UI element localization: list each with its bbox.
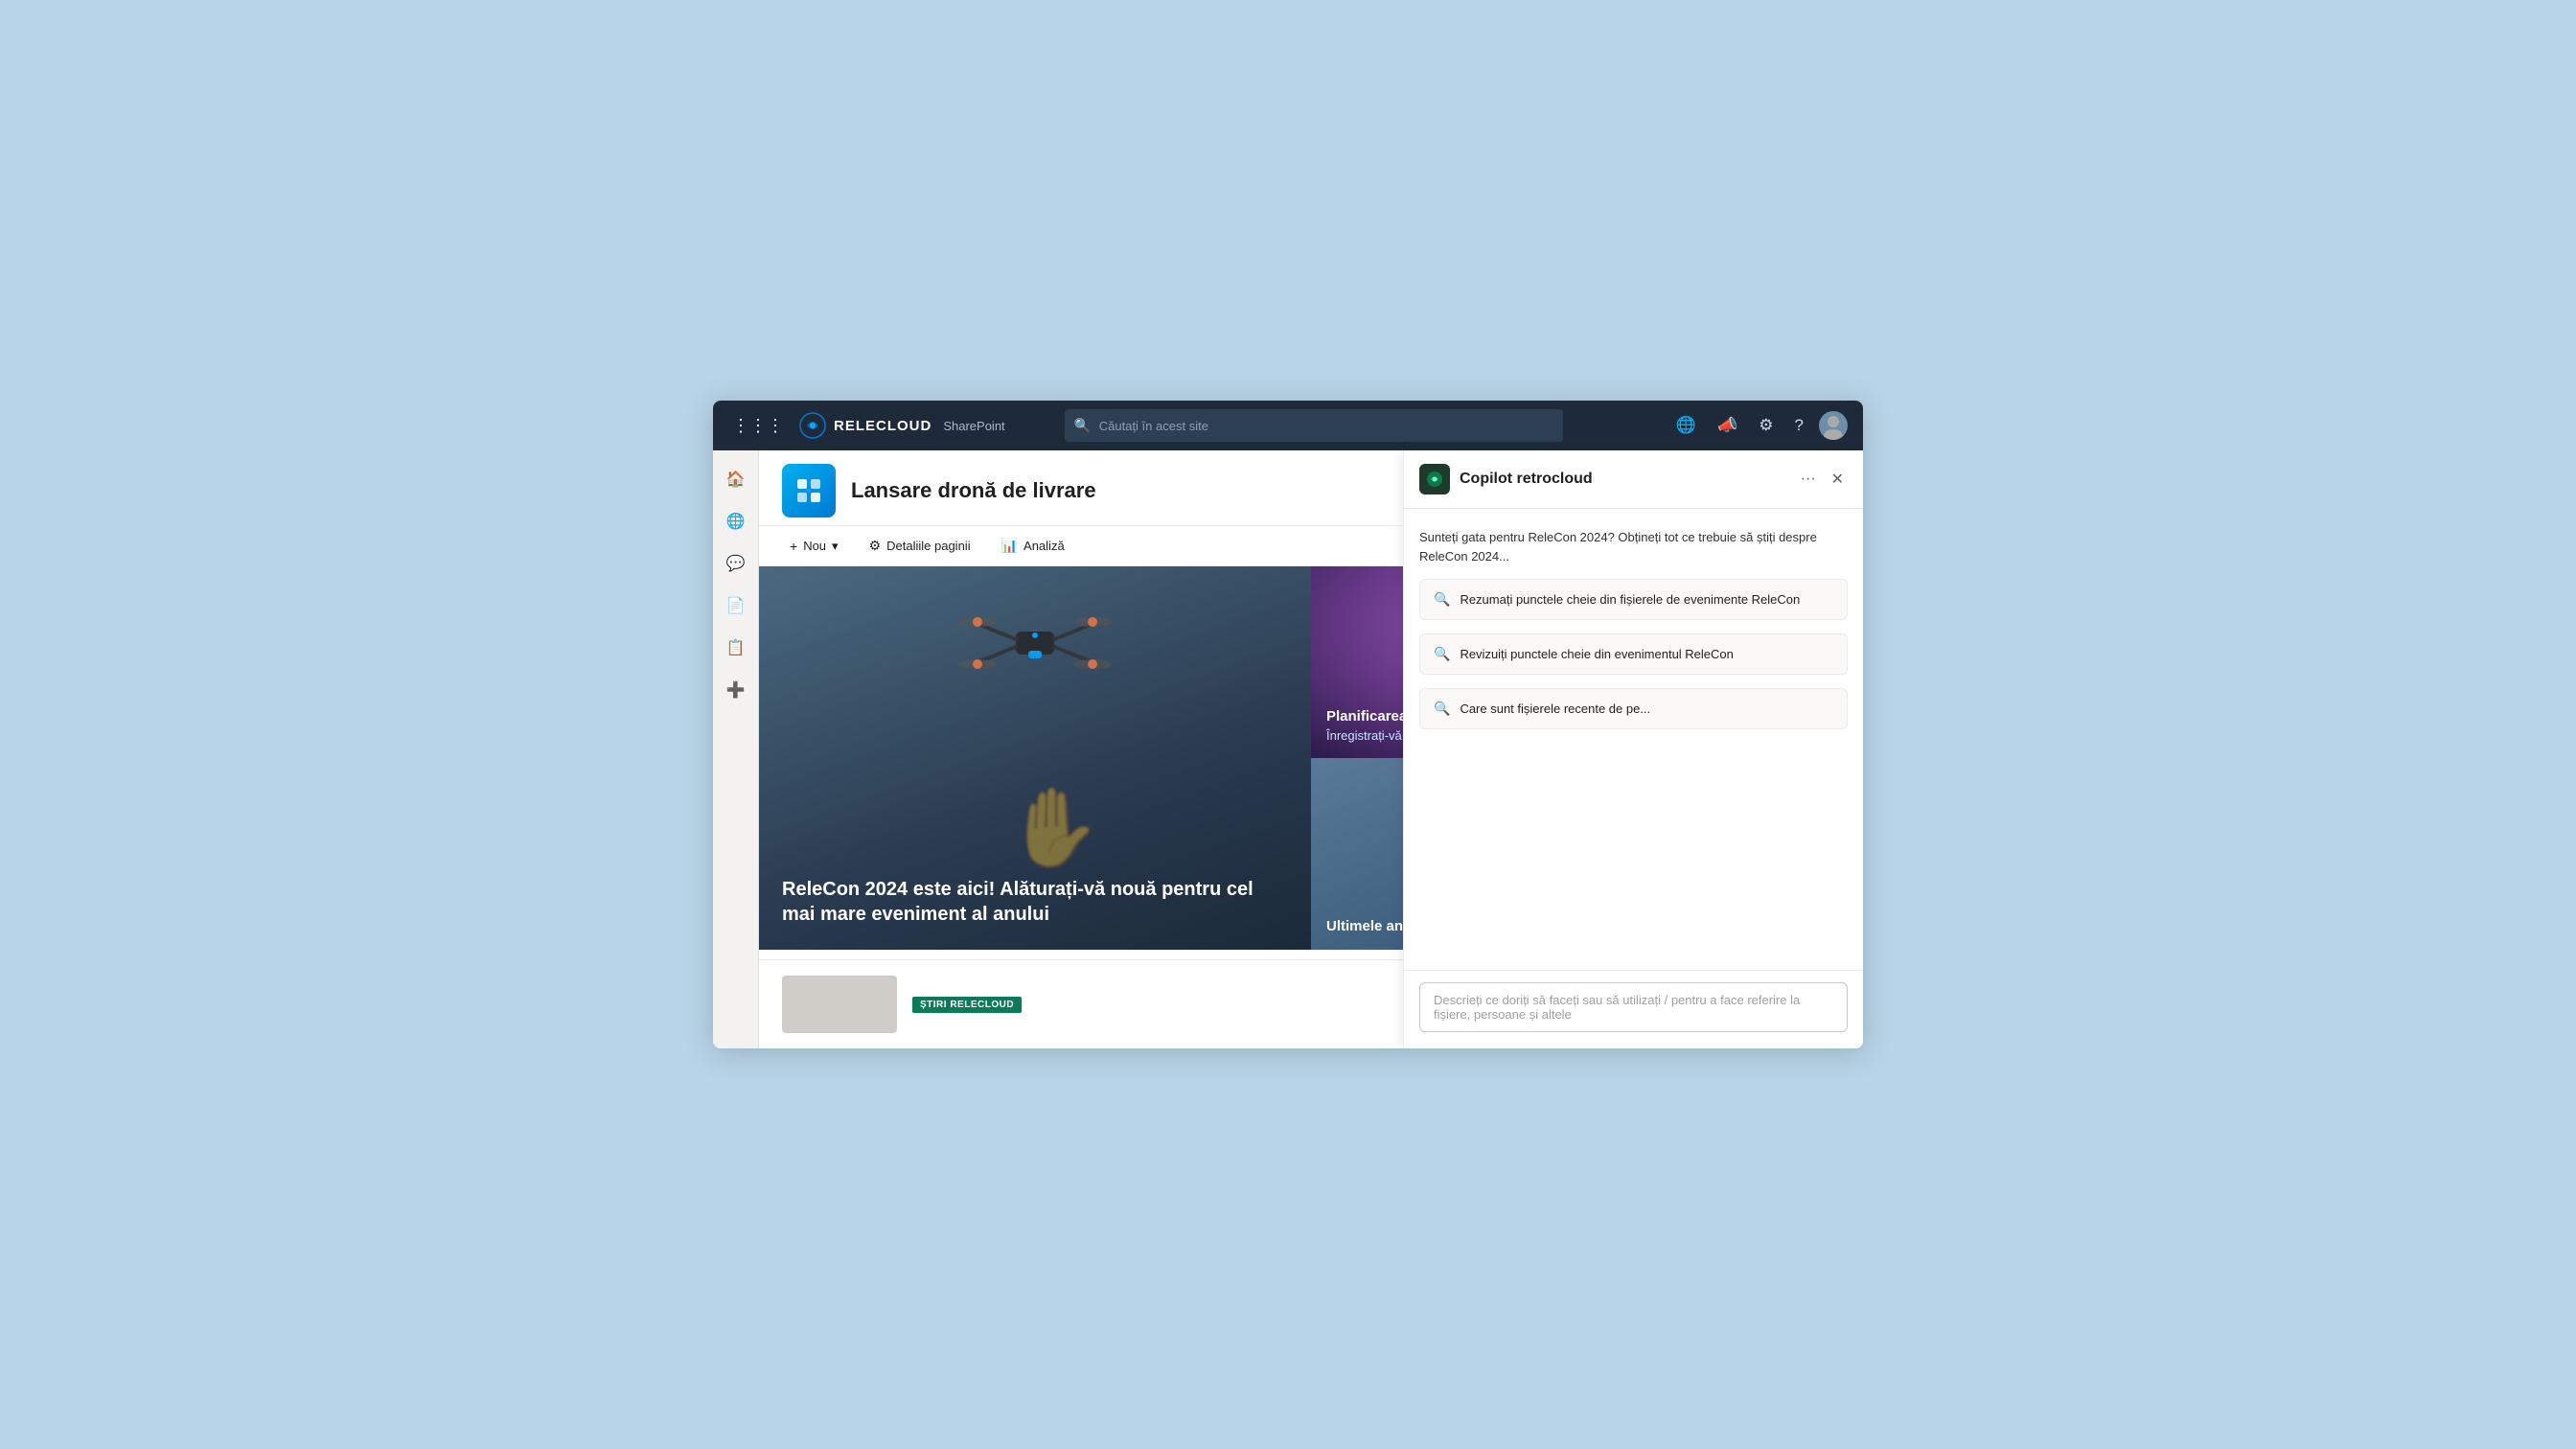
news-tag: ȘTIRI RELECLOUD [912, 997, 1022, 1013]
sidebar-icon-document[interactable]: 📄 [719, 588, 753, 623]
new-button[interactable]: + Nou ▾ [782, 535, 846, 558]
copilot-suggestion-1[interactable]: 🔍 Rezumați punctele cheie din fișierele … [1419, 579, 1848, 620]
waffle-icon[interactable]: ⋮⋮⋮ [728, 412, 788, 440]
hand-shape: ✋ [1006, 783, 1102, 873]
hero-main-text: ReleCon 2024 este aici! Alăturați-vă nou… [782, 877, 1288, 927]
plus-icon: + [790, 539, 797, 554]
main-area: 🏠 🌐 💬 📄 📋 ➕ Lansare dronă de livrar [713, 450, 1863, 1048]
sidebar: 🏠 🌐 💬 📄 📋 ➕ [713, 450, 759, 1048]
sidebar-icon-list[interactable]: 📋 [719, 631, 753, 665]
brand: RELECLOUD SharePoint [799, 412, 1005, 439]
sidebar-icon-globe[interactable]: 🌐 [719, 504, 753, 539]
suggestion-text-2: Revizuiți punctele cheie din evenimentul… [1460, 647, 1733, 661]
settings-icon[interactable]: ⚙ [1753, 412, 1779, 439]
avatar[interactable] [1819, 411, 1848, 440]
site-title: Lansare dronă de livrare [851, 478, 1475, 503]
news-info-1: ȘTIRI RELECLOUD [912, 976, 1022, 1033]
search-input[interactable] [1065, 409, 1563, 442]
help-icon[interactable]: ? [1789, 412, 1809, 439]
copilot-suggestion-2[interactable]: 🔍 Revizuiți punctele cheie din eveniment… [1419, 633, 1848, 675]
new-label: Nou [803, 539, 826, 553]
copilot-close-button[interactable]: ✕ [1828, 468, 1848, 491]
analytics-icon: 📊 [1001, 538, 1018, 554]
megaphone-icon[interactable]: 📣 [1712, 412, 1743, 439]
translate-icon[interactable]: 🌐 [1670, 412, 1702, 439]
top-bar: ⋮⋮⋮ RELECLOUD SharePoint 🔍 🌐 📣 ⚙ ? [713, 401, 1863, 450]
hero-main-card[interactable]: ✋ ReleCon 2024 este aici! Alăturați-vă n… [759, 566, 1311, 950]
search-bar-container: 🔍 [1065, 409, 1563, 442]
suggestion-search-icon-3: 🔍 [1434, 701, 1450, 717]
copilot-icon [1419, 464, 1450, 494]
page-details-icon: ⚙ [869, 538, 882, 554]
suggestion-text-3: Care sunt fișierele recente de pe... [1460, 702, 1650, 716]
site-logo [782, 464, 836, 518]
analytics-button[interactable]: 📊 Analiză [994, 534, 1072, 558]
copilot-more-button[interactable]: ··· [1797, 469, 1820, 490]
hero-main-title: ReleCon 2024 este aici! Alăturați-vă nou… [782, 877, 1288, 927]
sidebar-icon-home[interactable]: 🏠 [719, 462, 753, 496]
sidebar-icon-chat[interactable]: 💬 [719, 546, 753, 581]
copilot-header: Copilot retrocloud ··· ✕ [1404, 450, 1863, 509]
news-thumbnail-1 [782, 976, 897, 1033]
page-details-button[interactable]: ⚙ Detaliile paginii [862, 534, 978, 558]
suggestion-text-1: Rezumați punctele cheie din fișierele de… [1460, 592, 1800, 607]
copilot-suggestion-3[interactable]: 🔍 Care sunt fișierele recente de pe... [1419, 688, 1848, 729]
sidebar-icon-add[interactable]: ➕ [719, 673, 753, 707]
suggestion-search-icon-2: 🔍 [1434, 646, 1450, 662]
content-area: Lansare dronă de livrare Pagina de porni… [759, 450, 1863, 1048]
analytics-label: Analiză [1024, 539, 1065, 553]
drone-graphic [949, 586, 1121, 705]
brand-name: RELECLOUD [834, 418, 932, 434]
brand-logo [799, 412, 826, 439]
search-icon: 🔍 [1074, 418, 1091, 434]
copilot-footer [1404, 970, 1863, 1048]
page-details-label: Detaliile paginii [886, 539, 970, 553]
app-name: SharePoint [943, 419, 1004, 433]
copilot-body: Sunteți gata pentru ReleCon 2024? Obține… [1404, 509, 1863, 970]
copilot-header-actions: ··· ✕ [1797, 468, 1848, 491]
copilot-input[interactable] [1419, 982, 1848, 1032]
copilot-panel: Copilot retrocloud ··· ✕ Sunteți gata pe… [1403, 450, 1863, 1048]
copilot-intro-text: Sunteți gata pentru ReleCon 2024? Obține… [1419, 528, 1848, 565]
top-bar-actions: 🌐 📣 ⚙ ? [1670, 411, 1848, 440]
copilot-title: Copilot retrocloud [1460, 471, 1787, 488]
suggestion-search-icon-1: 🔍 [1434, 591, 1450, 608]
chevron-down-icon: ▾ [832, 539, 839, 554]
